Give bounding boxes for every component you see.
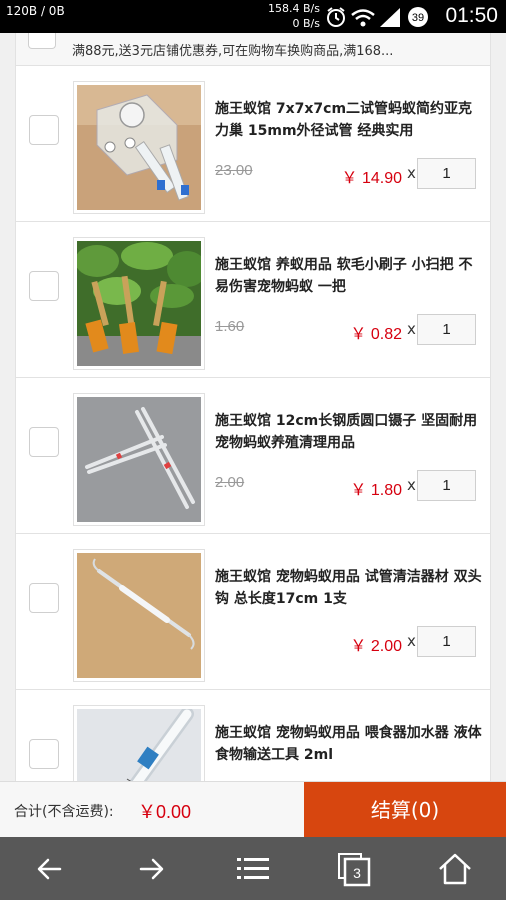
- product-image-acrylic-nest[interactable]: [73, 81, 205, 214]
- multiply-sign: x: [407, 164, 416, 182]
- multiply-sign: x: [407, 632, 416, 650]
- product-title[interactable]: 施王蚁馆 12cm长钢质圆口镊子 坚固耐用 宠物蚂蚁养殖清理用品: [215, 410, 483, 454]
- item-select-checkbox[interactable]: [29, 739, 59, 769]
- item-select-checkbox[interactable]: [29, 271, 59, 301]
- sale-price: ￥ 0.82: [350, 326, 402, 343]
- cart-item: 施王蚁馆 宠物蚂蚁用品 喂食器加水器 液体食物输送工具 2ml: [15, 690, 491, 781]
- original-price: 2.00: [215, 474, 245, 491]
- total-amount: ￥0.00: [138, 802, 192, 822]
- quantity-input[interactable]: 1: [417, 626, 476, 657]
- network-speed: 158.4 B/s 0 B/s: [262, 1, 320, 31]
- forward-icon[interactable]: [131, 849, 171, 889]
- tabs-count: 3: [353, 865, 361, 881]
- checkout-button[interactable]: 结算(0): [304, 782, 506, 838]
- product-title[interactable]: 施王蚁馆 养蚁用品 软毛小刷子 小扫把 不易伤害宠物蚂蚁 一把: [215, 254, 483, 298]
- menu-icon[interactable]: [233, 849, 273, 889]
- multiply-sign: x: [407, 320, 416, 338]
- status-bar: 120B / 0B 158.4 B/s 0 B/s 39 01:50: [0, 0, 506, 33]
- item-select-checkbox[interactable]: [29, 583, 59, 613]
- quantity-input[interactable]: 1: [417, 470, 476, 501]
- download-speed: 0 B/s: [292, 17, 320, 30]
- cart-item: 施王蚁馆 12cm长钢质圆口镊子 坚固耐用 宠物蚂蚁养殖清理用品 2.00 ￥ …: [15, 378, 491, 534]
- notification-badge-icon: 39: [408, 7, 428, 27]
- tabs-icon[interactable]: 3: [334, 849, 374, 889]
- signal-icon: [380, 8, 400, 27]
- original-price: 23.00: [215, 162, 253, 179]
- back-icon[interactable]: [30, 849, 70, 889]
- sale-price: ￥ 1.80: [350, 482, 402, 499]
- product-image-brushes[interactable]: [73, 237, 205, 370]
- sale-price: ￥ 2.00: [350, 638, 402, 655]
- cart-item: 施王蚁馆 7x7x7cm二试管蚂蚁简约亚克力巢 15mm外径试管 经典实用 23…: [15, 66, 491, 222]
- total-label: 合计(不含运费):: [14, 804, 114, 820]
- original-price: 1.60: [215, 318, 245, 335]
- notification-count: 39: [412, 12, 424, 24]
- product-title[interactable]: 施王蚁馆 宠物蚂蚁用品 喂食器加水器 液体食物输送工具 2ml: [215, 722, 483, 766]
- shop-header: 满88元,送3元店铺优惠券,可在购物车换购商品,满168...: [15, 33, 491, 66]
- browser-nav-bar: 3: [0, 837, 506, 900]
- alarm-icon: [327, 7, 345, 27]
- clock: 01:50: [445, 4, 498, 27]
- status-icons: 39: [327, 7, 428, 27]
- product-image-tweezers[interactable]: [73, 393, 205, 526]
- sale-price: ￥ 14.90: [341, 170, 403, 187]
- upload-speed: 158.4 B/s: [268, 2, 320, 15]
- item-select-checkbox[interactable]: [29, 115, 59, 145]
- product-image-syringe-feeder[interactable]: [73, 705, 205, 781]
- wifi-icon: [351, 9, 375, 27]
- multiply-sign: x: [407, 476, 416, 494]
- shop-promo-text: 满88元,送3元店铺优惠券,可在购物车换购商品,满168...: [72, 44, 394, 59]
- quantity-input[interactable]: 1: [417, 314, 476, 345]
- cart-item: 施王蚁馆 养蚁用品 软毛小刷子 小扫把 不易伤害宠物蚂蚁 一把 1.60 ￥ 0…: [15, 222, 491, 378]
- quantity-input[interactable]: 1: [417, 158, 476, 189]
- product-title[interactable]: 施王蚁馆 7x7x7cm二试管蚂蚁简约亚克力巢 15mm外径试管 经典实用: [215, 98, 483, 142]
- product-image-cleaning-hook[interactable]: [73, 549, 205, 682]
- product-title[interactable]: 施王蚁馆 宠物蚂蚁用品 试管清洁器材 双头钩 总长度17cm 1支: [215, 566, 483, 610]
- cart-list[interactable]: 满88元,送3元店铺优惠券,可在购物车换购商品,满168... 施王蚁馆 7x7…: [0, 33, 506, 781]
- shop-select-checkbox[interactable]: [28, 33, 56, 49]
- cart-item: 施王蚁馆 宠物蚂蚁用品 试管清洁器材 双头钩 总长度17cm 1支 ￥ 2.00…: [15, 534, 491, 690]
- item-select-checkbox[interactable]: [29, 427, 59, 457]
- home-icon[interactable]: [435, 849, 475, 889]
- data-usage-text: 120B / 0B: [6, 4, 65, 18]
- checkout-bar: 合计(不含运费): ￥0.00 结算(0): [0, 781, 506, 838]
